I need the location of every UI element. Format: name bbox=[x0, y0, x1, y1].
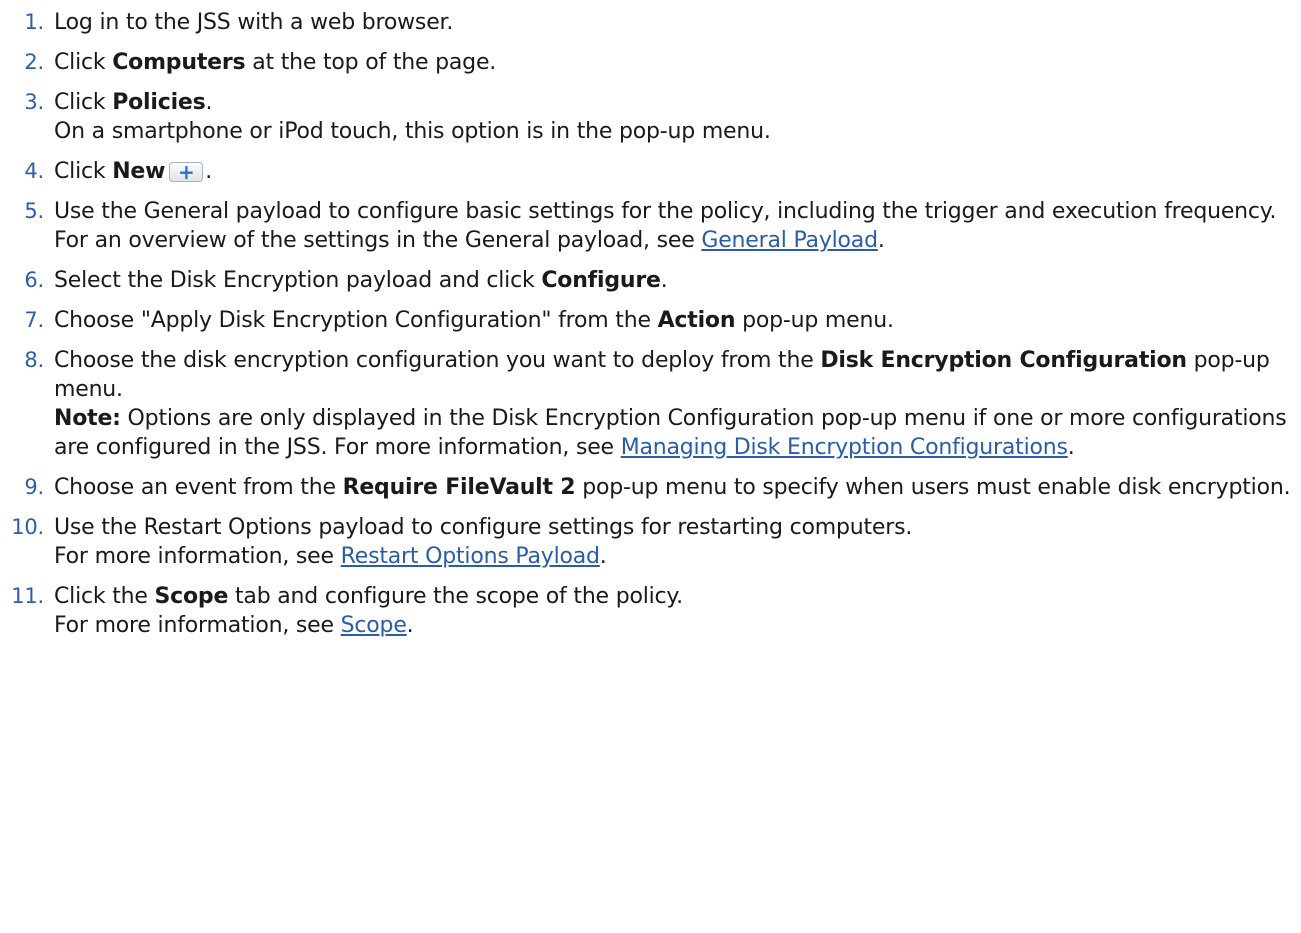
step-text-pre: Choose the disk encryption configuration… bbox=[54, 348, 821, 373]
step-number: 7. bbox=[24, 308, 44, 332]
scope-link[interactable]: Scope bbox=[341, 613, 407, 638]
step-text-pre: Select the Disk Encryption payload and c… bbox=[54, 268, 542, 293]
step-text-post: at the top of the page. bbox=[245, 50, 497, 75]
step-subtext-pre: For an overview of the settings in the G… bbox=[54, 228, 702, 253]
ui-term-configure: Configure bbox=[541, 268, 661, 293]
ui-term-action: Action bbox=[657, 308, 736, 333]
step-text-post: pop-up menu to specify when users must e… bbox=[575, 475, 1291, 500]
step-6: 6. Select the Disk Encryption payload an… bbox=[0, 266, 1301, 295]
plus-button-icon bbox=[169, 158, 204, 186]
general-payload-link[interactable]: General Payload bbox=[701, 228, 878, 253]
ui-term-computers: Computers bbox=[112, 50, 246, 75]
step-subtext: For more information, see Restart Option… bbox=[54, 542, 1301, 571]
procedure-steps: 1. Log in to the JSS with a web browser.… bbox=[0, 0, 1301, 640]
ui-term-disk-encryption-configuration: Disk Encryption Configuration bbox=[820, 348, 1187, 373]
step-2: 2. Click Computers at the top of the pag… bbox=[0, 48, 1301, 77]
step-text-pre: Click bbox=[54, 50, 113, 75]
step-subtext: For an overview of the settings in the G… bbox=[54, 226, 1301, 255]
step-text: Log in to the JSS with a web browser. bbox=[54, 10, 454, 35]
step-subtext-post: . bbox=[877, 228, 885, 253]
ui-term-new: New bbox=[112, 159, 166, 184]
step-number: 9. bbox=[24, 475, 44, 499]
step-4: 4. Click New. bbox=[0, 157, 1301, 186]
step-8: 8. Choose the disk encryption configurat… bbox=[0, 346, 1301, 462]
step-text-post: . bbox=[660, 268, 668, 293]
step-text-pre: Click the bbox=[54, 584, 155, 609]
step-text-post: tab and configure the scope of the polic… bbox=[228, 584, 683, 609]
step-11: 11. Click the Scope tab and configure th… bbox=[0, 582, 1301, 640]
step-number: 5. bbox=[24, 199, 44, 223]
step-subtext-post: . bbox=[406, 613, 414, 638]
step-9: 9. Choose an event from the Require File… bbox=[0, 473, 1301, 502]
ui-term-policies: Policies bbox=[112, 90, 206, 115]
step-number: 6. bbox=[24, 268, 44, 292]
step-text: Use the General payload to configure bas… bbox=[54, 199, 1277, 224]
restart-options-payload-link[interactable]: Restart Options Payload bbox=[341, 544, 600, 569]
step-3: 3. Click Policies. On a smartphone or iP… bbox=[0, 88, 1301, 146]
ui-term-require-filevault-2: Require FileVault 2 bbox=[342, 475, 576, 500]
step-5: 5. Use the General payload to configure … bbox=[0, 197, 1301, 255]
step-subtext-post: . bbox=[599, 544, 607, 569]
step-subtext-pre: For more information, see bbox=[54, 613, 341, 638]
ui-term-scope: Scope bbox=[154, 584, 229, 609]
step-number: 11. bbox=[11, 584, 44, 608]
step-note: Note: Options are only displayed in the … bbox=[54, 404, 1301, 462]
step-7: 7. Choose "Apply Disk Encryption Configu… bbox=[0, 306, 1301, 335]
step-1: 1. Log in to the JSS with a web browser. bbox=[0, 8, 1301, 37]
step-number: 3. bbox=[24, 90, 44, 114]
step-number: 10. bbox=[11, 515, 44, 539]
step-text-post: pop-up menu. bbox=[735, 308, 894, 333]
step-number: 1. bbox=[24, 10, 44, 34]
step-text-pre: Click bbox=[54, 90, 113, 115]
step-text-pre: Choose "Apply Disk Encryption Configurat… bbox=[54, 308, 658, 333]
note-text-post: . bbox=[1067, 435, 1075, 460]
step-10: 10. Use the Restart Options payload to c… bbox=[0, 513, 1301, 571]
step-subtext: For more information, see Scope. bbox=[54, 611, 1301, 640]
step-text-pre: Choose an event from the bbox=[54, 475, 343, 500]
step-subtext-pre: For more information, see bbox=[54, 544, 341, 569]
step-number: 4. bbox=[24, 159, 44, 183]
step-number: 8. bbox=[24, 348, 44, 372]
step-text-pre: Click bbox=[54, 159, 113, 184]
step-text: Use the Restart Options payload to confi… bbox=[54, 515, 913, 540]
step-number: 2. bbox=[24, 50, 44, 74]
note-label: Note: bbox=[54, 406, 121, 431]
step-text-post: . bbox=[205, 90, 213, 115]
step-subtext: On a smartphone or iPod touch, this opti… bbox=[54, 119, 771, 144]
step-text-post: . bbox=[205, 159, 213, 184]
managing-disk-encryption-configurations-link[interactable]: Managing Disk Encryption Configurations bbox=[621, 435, 1068, 460]
